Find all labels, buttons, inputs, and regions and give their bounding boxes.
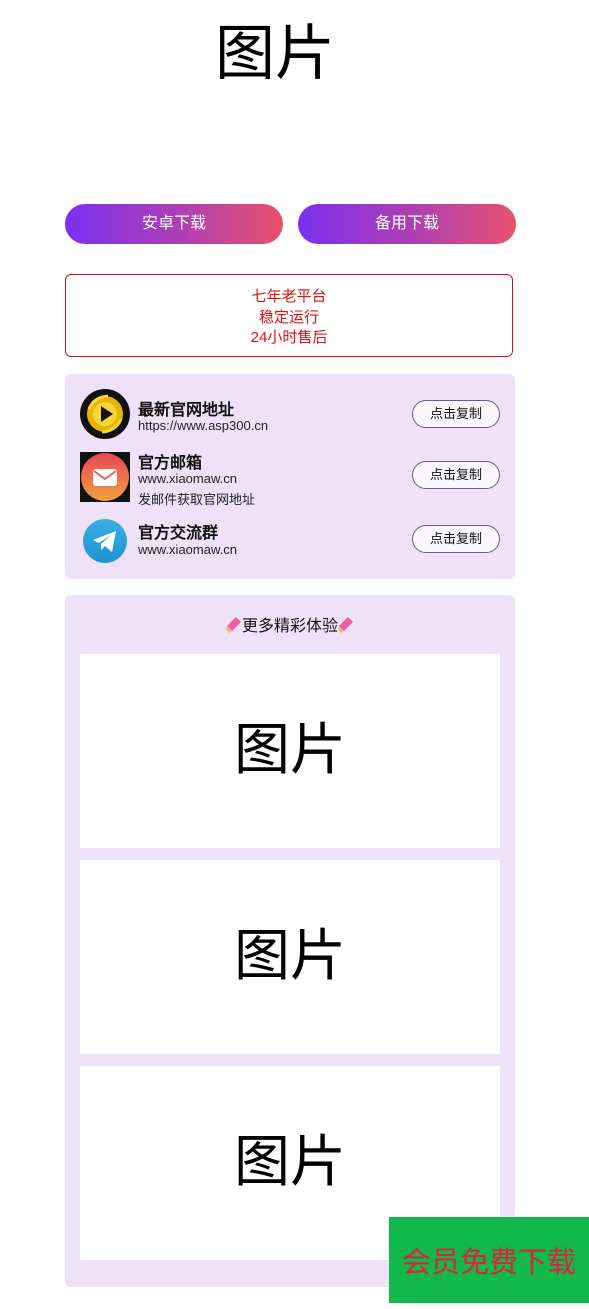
image-placeholder-1[interactable]: 图片: [80, 654, 500, 848]
copy-site-button[interactable]: 点击复制: [412, 400, 500, 428]
email-address: www.xiaomaw.cn: [138, 471, 237, 486]
hero-image-placeholder: 图片: [215, 19, 335, 89]
platform-notice: 七年老平台 稳定运行 24小时售后: [65, 274, 513, 357]
list-item-official-email: 官方邮箱 www.xiaomaw.cn 发邮件获取官网地址 点击复制: [80, 451, 500, 509]
telegram-icon: [80, 516, 130, 566]
image-placeholder-2[interactable]: 图片: [80, 860, 500, 1054]
more-header-text: 更多精彩体验: [241, 618, 338, 635]
play-logo-icon: [80, 389, 130, 439]
eraser-pencil-icon: [225, 616, 242, 634]
official-links-panel: 最新官网地址 https://www.asp300.cn 点击复制 官方邮箱 w…: [65, 374, 515, 579]
eraser-pencil-icon: [338, 616, 354, 634]
email-title: 官方邮箱: [138, 455, 203, 472]
more-header: 更多精彩体验: [65, 615, 515, 639]
site-title: 最新官网地址: [138, 402, 235, 419]
copy-group-button[interactable]: 点击复制: [412, 525, 500, 553]
copy-email-button[interactable]: 点击复制: [412, 461, 500, 489]
list-item-official-site: 最新官网地址 https://www.asp300.cn 点击复制: [80, 388, 500, 440]
notice-line-3: 24小时售后: [250, 329, 328, 346]
group-url: www.xiaomaw.cn: [138, 542, 237, 557]
group-title: 官方交流群: [138, 525, 219, 542]
android-download-button[interactable]: 安卓下载: [65, 204, 283, 244]
notice-line-1: 七年老平台: [251, 288, 327, 305]
notice-line-2: 稳定运行: [258, 308, 319, 326]
vip-free-download-button[interactable]: 会员免费下载: [389, 1217, 589, 1303]
email-hint: 发邮件获取官网地址: [138, 492, 256, 507]
site-url: https://www.asp300.cn: [138, 418, 269, 433]
mail-icon: [80, 452, 130, 502]
download-buttons: 安卓下载 备用下载: [65, 204, 516, 244]
backup-download-button[interactable]: 备用下载: [298, 204, 516, 244]
more-experience-panel: 更多精彩体验 图片 图片 图片: [65, 595, 515, 1287]
list-item-official-group: 官方交流群 www.xiaomaw.cn 点击复制: [80, 516, 500, 568]
